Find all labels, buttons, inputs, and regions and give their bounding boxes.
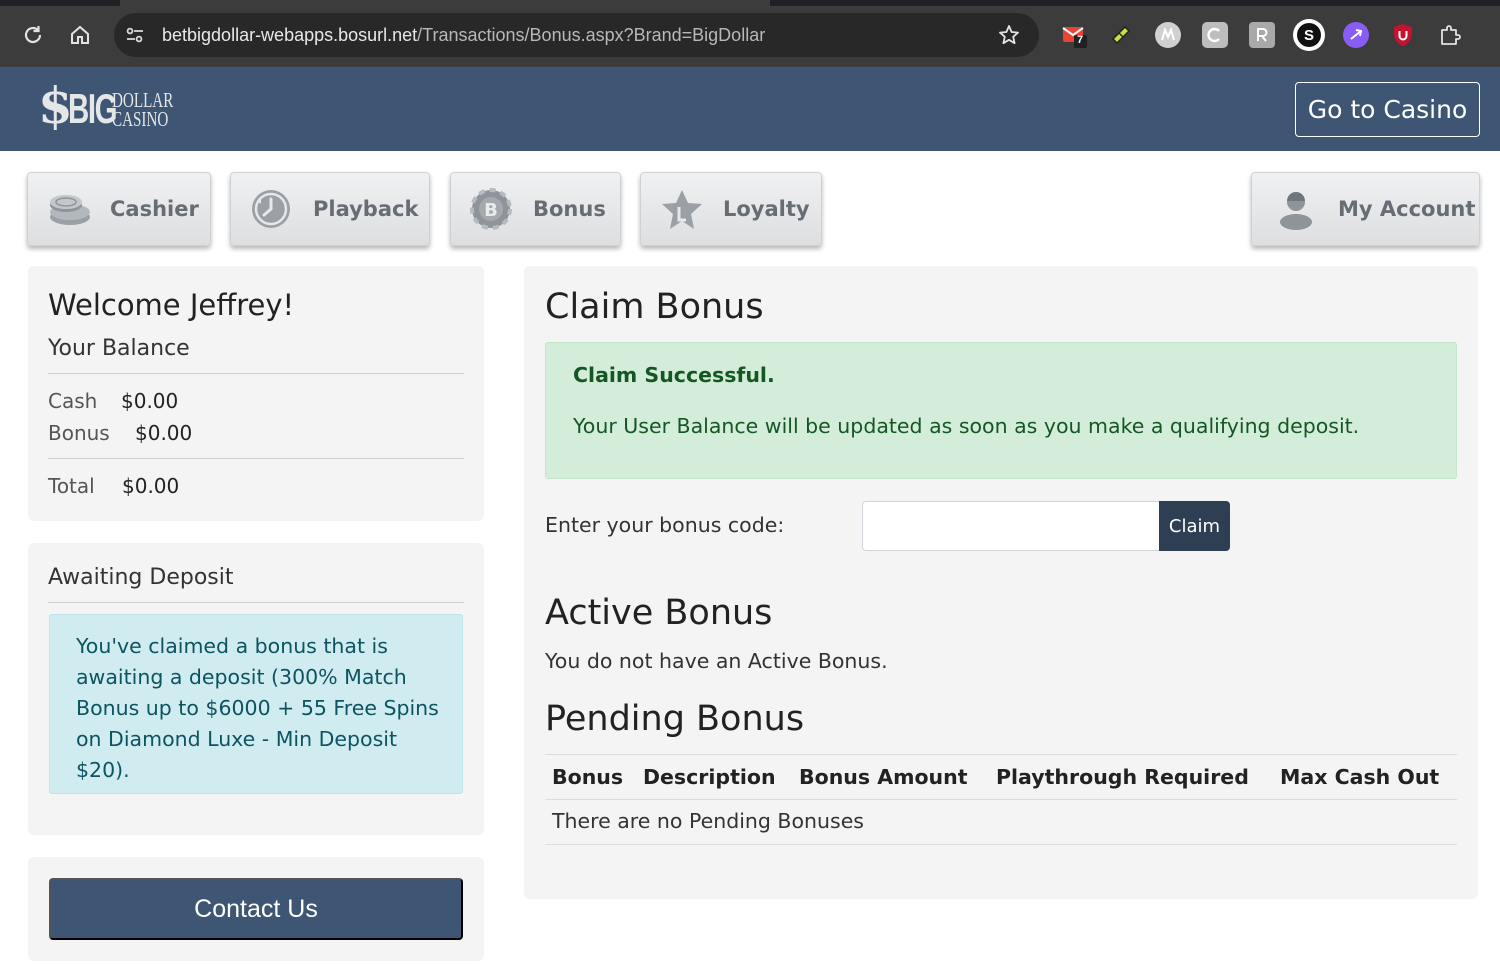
total-value: $0.00 [122,474,180,498]
claim-success-message: Your User Balance will be updated as soo… [573,414,1360,438]
cash-value: $0.00 [121,389,179,413]
active-tab[interactable] [120,0,770,6]
welcome-heading: Welcome Jeffrey! [48,288,295,322]
bookmark-star-icon[interactable] [997,23,1021,47]
column-header-bonus-amount: Bonus Amount [799,765,968,789]
active-bonus-heading: Active Bonus [545,593,773,633]
s-extension-label: S [1297,23,1321,47]
claim-success-title: Claim Successful. [573,363,775,387]
awaiting-deposit-message: You've claimed a bonus that is awaiting … [76,634,439,782]
nav-my-account-label: My Account [1338,197,1476,221]
claim-success-alert: Claim Successful. Your User Balance will… [545,342,1457,479]
contact-us-button[interactable]: Contact Us [49,878,463,940]
loyalty-star-icon [659,187,703,231]
cash-label: Cash [48,389,98,413]
balance-divider-top [48,373,464,374]
ticket-extension-icon[interactable] [1108,22,1134,48]
bonus-code-label: Enter your bonus code: [545,513,785,537]
awaiting-deposit-title: Awaiting Deposit [48,565,234,590]
column-header-bonus: Bonus [552,765,624,789]
big-dollar-casino-logo[interactable]: $ BIG DOLLAR CASINO [38,79,173,137]
balance-title: Your Balance [48,336,190,361]
pending-table-top-border [545,754,1457,755]
column-header-description: Description [643,765,776,789]
url-text[interactable]: betbigdollar-webapps.bosurl.net/Transact… [162,13,765,57]
awaiting-divider [48,602,464,603]
svg-text:B: B [484,200,498,221]
nav-playback-label: Playback [313,197,419,221]
reload-icon[interactable] [20,22,46,48]
url-host: betbigdollar-webapps.bosurl.net [162,25,418,45]
site-settings-icon[interactable] [124,24,146,46]
nav-bonus-button[interactable]: B Bonus [450,172,621,246]
c-extension-icon[interactable] [1202,22,1228,48]
purple-extension-icon[interactable] [1343,22,1369,48]
nav-my-account-button[interactable]: My Account [1251,172,1480,246]
tab-strip [0,0,1500,6]
url-path: /Transactions/Bonus.aspx?Brand=BigDollar [417,25,766,45]
gmail-extension-icon[interactable]: 7 [1061,22,1087,48]
balance-divider-bottom [48,458,464,459]
bonus-code-input[interactable] [862,501,1160,551]
gmail-badge-count: 7 [1077,34,1084,46]
nav-loyalty-label: Loyalty [723,197,810,221]
claim-button[interactable]: Claim [1159,501,1230,551]
column-header-playthrough-required: Playthrough Required [996,765,1249,789]
awaiting-deposit-alert: You've claimed a bonus that is awaiting … [49,614,463,794]
go-to-casino-button[interactable]: Go to Casino [1295,82,1480,137]
address-bar[interactable]: betbigdollar-webapps.bosurl.net/Transact… [114,13,1039,57]
column-header-max-cash-out: Max Cash Out [1280,765,1440,789]
nav-cashier-label: Cashier [110,197,199,221]
ublock-shield-icon[interactable] [1390,22,1416,48]
claim-bonus-heading: Claim Bonus [545,287,764,327]
extensions-puzzle-icon[interactable] [1437,22,1463,48]
pending-table-bottom-border [545,844,1457,845]
nav-cashier-button[interactable]: Cashier [27,172,211,246]
nav-loyalty-button[interactable]: Loyalty [640,172,822,246]
user-avatar-icon [1274,187,1318,231]
active-bonus-message: You do not have an Active Bonus. [545,649,888,673]
playback-clock-icon [249,187,293,231]
logo-casino-text: CASINO [112,107,169,131]
pending-table-header-border [545,799,1457,800]
s-extension-icon[interactable]: S [1293,19,1325,51]
pending-empty-message: There are no Pending Bonuses [552,809,864,833]
r-extension-icon[interactable] [1249,22,1275,48]
bonus-balance-label: Bonus [48,421,110,445]
coins-icon [46,187,90,231]
pending-bonus-heading: Pending Bonus [545,699,805,739]
home-icon[interactable] [67,22,93,48]
nav-bonus-label: Bonus [533,197,606,221]
total-label: Total [48,474,95,498]
logo-big-text: BIG [68,85,117,132]
site-header [0,67,1500,151]
bonus-b-chip-icon: B [469,187,513,231]
m-extension-icon[interactable] [1155,22,1181,48]
bonus-balance-value: $0.00 [135,421,193,445]
nav-playback-button[interactable]: Playback [230,172,430,246]
